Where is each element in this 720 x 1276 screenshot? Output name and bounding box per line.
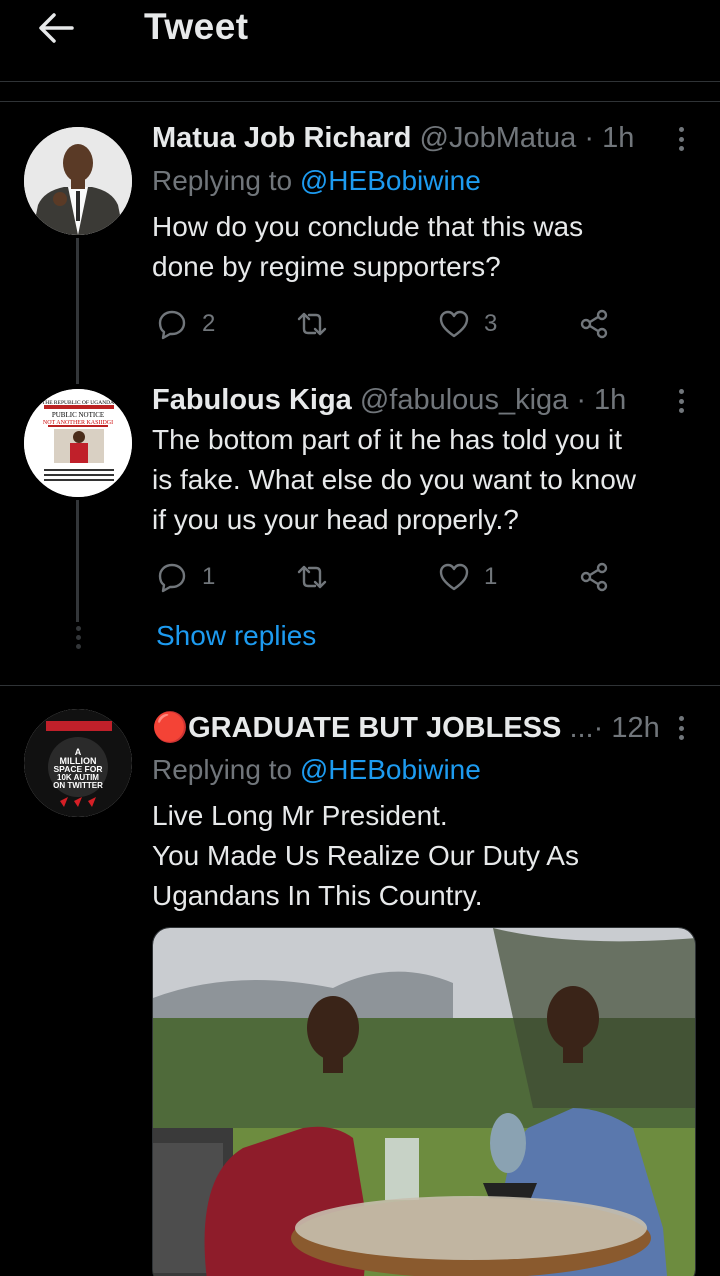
share-icon	[580, 562, 608, 592]
author-name[interactable]: Matua Job Richard	[152, 122, 411, 154]
reply-count: 1	[202, 563, 216, 590]
avatar[interactable]	[24, 127, 132, 235]
tweet-text-line: How do you conclude that this was	[152, 211, 584, 242]
avatar[interactable]: THE REPUBLIC OF UGANDA PUBLIC NOTICE NOT…	[24, 389, 132, 497]
like-button[interactable]: 3	[438, 304, 497, 344]
heart-icon	[439, 310, 469, 338]
thread-line	[76, 238, 79, 384]
photo-image	[153, 928, 695, 1276]
tweet-text: How do you conclude that this was done b…	[152, 207, 692, 287]
mention-link[interactable]: @HEBobiwine	[300, 754, 481, 785]
reply-icon	[158, 310, 186, 340]
replying-to: Replying to @HEBobiwine	[152, 754, 481, 786]
author-name[interactable]: GRADUATE BUT JOBLESS	[188, 712, 561, 744]
tweet-actions: 1 1	[156, 557, 616, 597]
page-title: Tweet	[144, 6, 249, 47]
author-handle[interactable]: @JobMatua	[420, 122, 577, 154]
replying-to-label: Replying to	[152, 754, 300, 785]
more-options-button[interactable]	[670, 713, 692, 743]
share-button[interactable]	[578, 304, 610, 344]
author-name[interactable]: Fabulous Kiga	[152, 384, 352, 416]
like-count: 3	[484, 310, 498, 337]
avatar-text: THE REPUBLIC OF UGANDA	[42, 400, 114, 406]
tweet-text: The bottom part of it he has told you it…	[152, 420, 692, 540]
tweet-text-line: The bottom part of it he has told you it	[152, 424, 623, 455]
heart-icon	[439, 563, 469, 591]
tweet-author-line: Matua Job Richard @JobMatua · 1h	[152, 122, 634, 155]
thread-line	[76, 500, 79, 622]
like-button[interactable]: 1	[438, 557, 497, 597]
tweet-text-line: Live Long Mr President.	[152, 800, 448, 831]
thread-more-dots	[74, 626, 82, 652]
name-ellipsis: ...	[569, 712, 594, 744]
reply-count: 2	[202, 310, 216, 337]
divider	[0, 101, 720, 102]
tweet-text-line: is fake. What else do you want to know	[152, 464, 637, 495]
show-replies-link[interactable]: Show replies	[156, 620, 316, 652]
retweet-icon	[297, 312, 327, 336]
tweet-text-line: Ugandans In This Country.	[152, 880, 483, 911]
like-count: 1	[484, 563, 498, 590]
share-icon	[580, 309, 608, 339]
retweet-button[interactable]	[296, 557, 342, 597]
avatar-photo	[24, 127, 132, 235]
avatar-text: PUBLIC NOTICE	[52, 411, 104, 419]
back-arrow-icon	[39, 13, 74, 43]
avatar-text: ON TWITTER	[53, 781, 103, 790]
avatar-photo: A MILLION SPACE FOR 10K AUTIM ON TWITTER	[24, 709, 132, 817]
tweet-author-line: 🔴GRADUATE BUT JOBLESS ...· 12h	[152, 711, 660, 745]
tweet-time: · 1h	[584, 122, 635, 154]
mention-link[interactable]: @HEBobiwine	[300, 165, 481, 196]
tweet-actions: 2 3	[156, 304, 616, 344]
replying-to: Replying to @HEBobiwine	[152, 165, 481, 197]
tweet-time: · 1h	[576, 384, 627, 416]
avatar-text: NOT ANOTHER KASIIDGI	[43, 420, 113, 426]
more-options-button[interactable]	[670, 386, 692, 416]
replying-to-label: Replying to	[152, 165, 300, 196]
avatar-photo: THE REPUBLIC OF UGANDA PUBLIC NOTICE NOT…	[24, 389, 132, 497]
more-options-button[interactable]	[670, 124, 692, 154]
reply-button[interactable]: 1	[156, 557, 215, 597]
reply-icon	[158, 563, 186, 593]
tweet-author-line: Fabulous Kiga @fabulous_kiga · 1h	[152, 384, 626, 417]
tweet-text-line: if you us your head properly.?	[152, 504, 519, 535]
divider	[0, 685, 720, 686]
author-handle[interactable]: @fabulous_kiga	[360, 384, 568, 416]
tweet-text-line: done by regime supporters?	[152, 251, 501, 282]
tweet-text-line: You Made Us Realize Our Duty As	[152, 840, 579, 871]
tweet-photo[interactable]	[152, 927, 696, 1276]
tweet-text: Live Long Mr President. You Made Us Real…	[152, 796, 692, 916]
tweet-time: · 12h	[593, 712, 660, 744]
retweet-icon	[297, 565, 327, 589]
retweet-button[interactable]	[296, 304, 342, 344]
share-button[interactable]	[578, 557, 610, 597]
top-bar: Tweet	[0, 0, 720, 82]
live-dot-emoji: 🔴	[152, 712, 189, 744]
back-button[interactable]	[34, 6, 78, 50]
reply-button[interactable]: 2	[156, 304, 215, 344]
avatar[interactable]: A MILLION SPACE FOR 10K AUTIM ON TWITTER	[24, 709, 132, 817]
